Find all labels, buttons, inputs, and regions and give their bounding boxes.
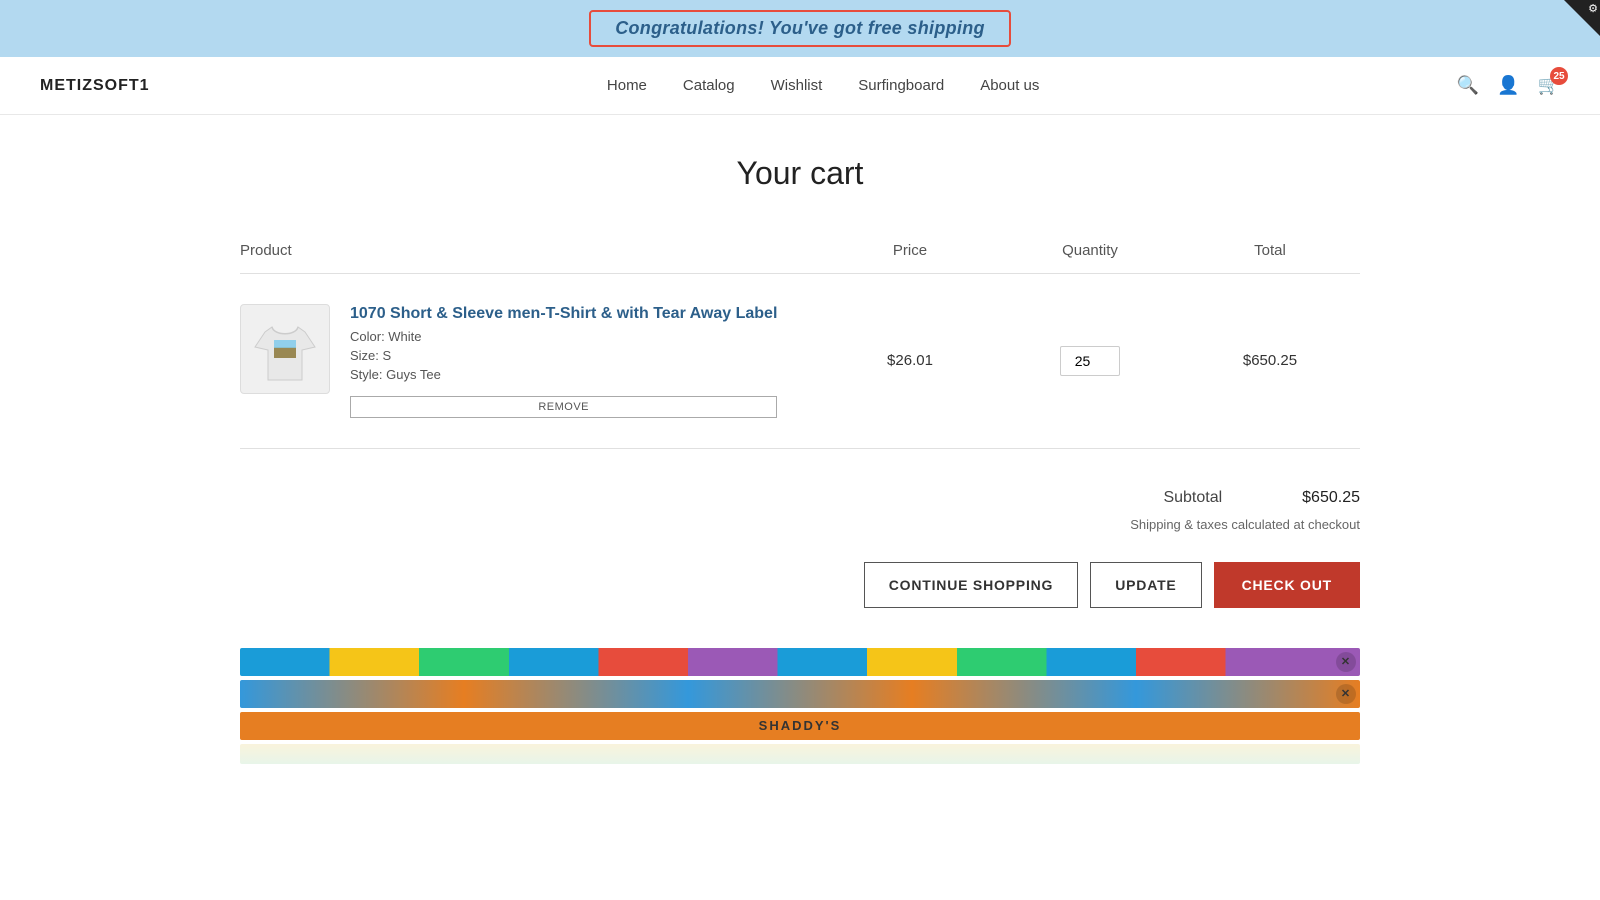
- subtotal-value: $650.25: [1302, 489, 1360, 507]
- header-icons: 🔍 👤 🛒 25: [1457, 75, 1560, 96]
- free-shipping-banner: Congratulations! You've got free shippin…: [0, 0, 1600, 57]
- banner-strip-1: ✕: [240, 648, 1360, 676]
- brand-logo[interactable]: METIZSOFT1: [40, 77, 150, 95]
- search-button[interactable]: 🔍: [1457, 75, 1479, 96]
- header-quantity: Quantity: [1000, 242, 1180, 259]
- close-icon-strip2[interactable]: ✕: [1336, 684, 1356, 704]
- total-cell: $650.25: [1180, 352, 1360, 369]
- main-content: Your cart Product Price Quantity Total: [200, 115, 1400, 824]
- header-product: Product: [240, 242, 820, 259]
- update-button[interactable]: UPDATE: [1090, 562, 1201, 608]
- banner-strip-4: [240, 744, 1360, 764]
- bottom-banners: ✕ ✕ SHADDY'S: [240, 648, 1360, 764]
- product-total: $650.25: [1243, 352, 1297, 369]
- product-image-svg: [250, 312, 320, 387]
- login-button[interactable]: 👤: [1497, 75, 1519, 96]
- cart-button[interactable]: 🛒 25: [1538, 75, 1560, 96]
- close-icon-strip1[interactable]: ✕: [1336, 652, 1356, 672]
- subtotal-row: Subtotal $650.25: [1163, 489, 1360, 507]
- price-cell: $26.01: [820, 352, 1000, 369]
- checkout-button[interactable]: CHECK OUT: [1214, 562, 1360, 608]
- nav-home[interactable]: Home: [607, 77, 647, 94]
- remove-button[interactable]: REMOVE: [350, 396, 777, 418]
- banner-border: Congratulations! You've got free shippin…: [589, 10, 1011, 47]
- corner-badge: ⚙: [1564, 0, 1600, 36]
- shipping-note: Shipping & taxes calculated at checkout: [1130, 517, 1360, 532]
- corner-icon: ⚙: [1588, 0, 1600, 15]
- search-icon: 🔍: [1457, 75, 1479, 95]
- banner-strip-3: SHADDY'S: [240, 712, 1360, 740]
- subtotal-label: Subtotal: [1163, 489, 1222, 507]
- product-cell: 1070 Short & Sleeve men-T-Shirt & with T…: [240, 304, 820, 418]
- nav-surfingboard[interactable]: Surfingboard: [858, 77, 944, 94]
- page-title: Your cart: [240, 155, 1360, 192]
- banner-strip-2: ✕: [240, 680, 1360, 708]
- product-color: Color: White: [350, 329, 777, 344]
- product-style: Style: Guys Tee: [350, 367, 777, 382]
- cart-table-header: Product Price Quantity Total: [240, 242, 1360, 274]
- cart-count-badge: 25: [1550, 67, 1568, 85]
- header-total: Total: [1180, 242, 1360, 259]
- product-size: Size: S: [350, 348, 777, 363]
- nav-about-us[interactable]: About us: [980, 77, 1039, 94]
- action-buttons: CONTINUE SHOPPING UPDATE CHECK OUT: [864, 562, 1360, 608]
- quantity-input[interactable]: [1060, 346, 1120, 376]
- product-name[interactable]: 1070 Short & Sleeve men-T-Shirt & with T…: [350, 304, 777, 325]
- main-nav: Home Catalog Wishlist Surfingboard About…: [190, 77, 1457, 94]
- continue-shopping-button[interactable]: CONTINUE SHOPPING: [864, 562, 1079, 608]
- product-thumbnail: [240, 304, 330, 394]
- banner-text: Congratulations! You've got free shippin…: [615, 18, 985, 38]
- quantity-cell: [1000, 346, 1180, 376]
- product-price: $26.01: [887, 352, 933, 369]
- nav-wishlist[interactable]: Wishlist: [771, 77, 823, 94]
- shadys-label: SHADDY'S: [759, 718, 842, 733]
- header-price: Price: [820, 242, 1000, 259]
- subtotal-section: Subtotal $650.25 Shipping & taxes calcul…: [240, 489, 1360, 608]
- nav-catalog[interactable]: Catalog: [683, 77, 735, 94]
- site-header: METIZSOFT1 Home Catalog Wishlist Surfing…: [0, 57, 1600, 115]
- product-info: 1070 Short & Sleeve men-T-Shirt & with T…: [350, 304, 777, 418]
- cart-row: 1070 Short & Sleeve men-T-Shirt & with T…: [240, 274, 1360, 449]
- user-icon: 👤: [1497, 75, 1519, 95]
